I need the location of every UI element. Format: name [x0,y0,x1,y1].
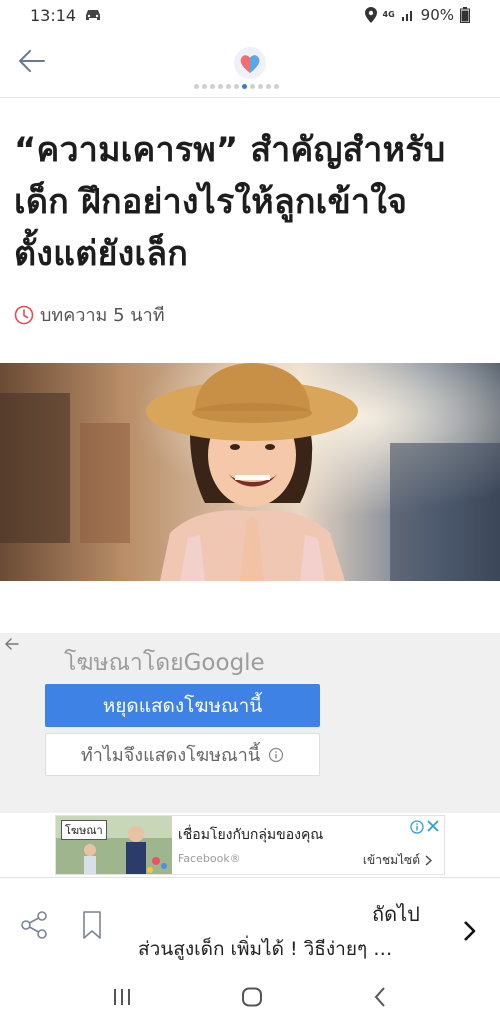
page-dot [242,84,247,89]
chevron-right-icon[interactable] [462,920,478,942]
clock-icon [14,305,34,324]
battery-percent: 90% [420,6,454,24]
visit-site-label: เข้าชมไซต์ [362,853,420,867]
app-header [0,32,500,98]
page-dot [202,84,207,89]
next-article-bar: ถัดไป ส่วนสูงเด็ก เพิ่มได้ ! วิธีง่ายๆ … [0,877,500,967]
signal-icon [401,11,412,21]
why-this-ad-button[interactable]: ทำไมจึงแสดงโฆษณานี้ [45,733,320,776]
chevron-right-icon [425,855,432,866]
page-indicator [194,84,279,89]
location-icon [364,7,377,23]
visit-site-button[interactable]: เข้าชมไซต์ [363,851,432,870]
close-ad-icon[interactable] [426,819,440,833]
page-dot [226,84,231,89]
car-icon [86,10,100,20]
info-icon [269,747,284,762]
page-dot [194,84,199,89]
banner-ad-title: เชื่อมโยงกับกลุ่มของคุณ [178,827,324,843]
page-dot [274,84,279,89]
network-label: 4G [382,10,395,19]
page-dot [258,84,263,89]
ads-by-google-label: โฆษณาโดยGoogle [64,650,265,676]
bookmark-icon[interactable] [82,910,102,940]
back-icon[interactable] [373,986,387,1008]
hero-image [0,363,500,581]
read-time-label: บทความ 5 นาที [40,305,165,326]
system-navigation-bar [0,968,500,1028]
adchoices-info-icon[interactable] [410,820,424,834]
status-bar: 13:14 4G 90% [0,0,500,32]
banner-ad-source: Facebook® [178,852,241,865]
arrow-left-icon[interactable] [14,46,50,76]
share-icon[interactable] [20,910,48,940]
page-dot [266,84,271,89]
home-icon[interactable] [241,987,263,1007]
status-icons: 4G 90% [364,6,470,24]
ad-feedback-panel: โฆษณาโดยGoogle หยุดแสดงโฆษณานี้ ทำไมจึงแ… [0,633,500,813]
battery-icon [460,7,470,23]
page-dot [234,84,239,89]
ad-tag: โฆษณา [61,820,107,840]
recent-apps-icon[interactable] [112,988,132,1006]
next-label: ถัดไป [372,902,420,926]
stop-showing-ad-button[interactable]: หยุดแสดงโฆษณานี้ [45,684,320,727]
page-dot [218,84,223,89]
status-time: 13:14 [30,6,77,25]
banner-ad-image: โฆษณา [56,816,172,874]
page-dot [210,84,215,89]
arrow-left-icon[interactable] [4,637,20,651]
why-this-ad-label: ทำไมจึงแสดงโฆษณานี้ [80,745,261,766]
banner-ad[interactable]: โฆษณา เชื่อมโยงกับกลุ่มของคุณ Facebook® … [55,815,445,875]
article-title: “ความเคารพ” สำคัญสำหรับเด็ก ฝึกอย่างไรให… [14,130,446,274]
page-dot [250,84,255,89]
read-time: บทความ 5 นาที [14,300,165,329]
heart-logo-icon [234,47,266,79]
next-article-title[interactable]: ส่วนสูงเด็ก เพิ่มได้ ! วิธีง่ายๆ … [138,934,448,964]
